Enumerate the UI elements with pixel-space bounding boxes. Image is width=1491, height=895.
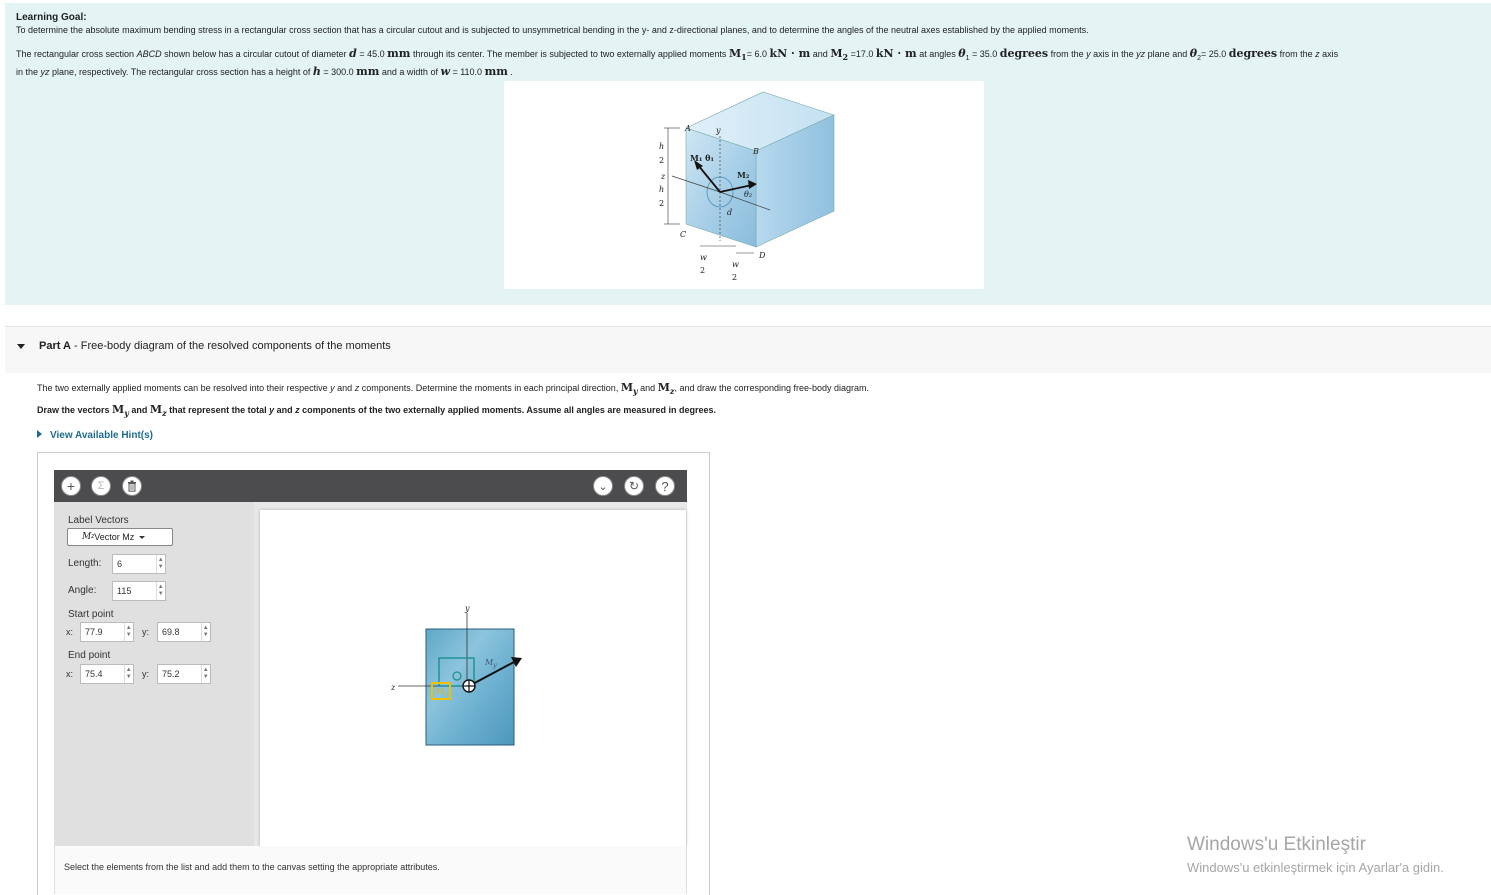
start-point-label: Start point <box>68 609 114 620</box>
end-y-stepper[interactable]: ▲▼ <box>157 664 211 684</box>
reset-icon[interactable]: ↻ <box>624 476 644 496</box>
view-hints-link[interactable]: View Available Hint(s) <box>37 430 153 441</box>
fig-label-y: y <box>715 126 721 135</box>
problem-figure: A y B C D d z h 2 h 2 w 2 w 2 M₁ θ₁ M₂ θ… <box>504 81 984 289</box>
fig-label-theta2: θ₂ <box>744 190 752 199</box>
end-y-input[interactable] <box>158 665 201 683</box>
fig-label-b: B <box>752 147 759 156</box>
drawing-toolbar: + Σ ⌄ ↻ ? <box>54 470 687 502</box>
help-icon[interactable]: ? <box>655 476 675 496</box>
fig-label-m1: M₁ θ₁ <box>690 153 714 163</box>
start-y-input[interactable] <box>158 623 201 641</box>
beam-diagram: A y B C D d z h 2 h 2 w 2 w 2 M₁ θ₁ M₂ θ… <box>659 91 835 282</box>
length-label: Length: <box>68 558 102 569</box>
add-icon[interactable]: + <box>61 476 81 496</box>
canvas-area: y z My Mz <box>254 502 687 846</box>
canvas-z-label: z <box>390 683 396 692</box>
end-x-input[interactable] <box>81 665 124 683</box>
fig-label-m2: M₂ <box>737 170 750 180</box>
part-a-intro: The two externally applied moments can b… <box>37 381 870 396</box>
fig-label-d: D <box>758 251 766 260</box>
angle-label: Angle: <box>68 585 97 596</box>
expand-triangle-icon <box>37 430 42 438</box>
activation-watermark-title: Windows'u Etkinleştir <box>1187 834 1366 855</box>
svg-text:2: 2 <box>732 273 737 282</box>
fig-label-c: C <box>680 230 686 239</box>
label-vectors-heading: Label Vectors <box>68 515 129 526</box>
activation-watermark-text: Windows'u etkinleştirmek için Ayarlar'a … <box>1187 860 1444 875</box>
sigma-icon[interactable]: Σ <box>91 476 111 496</box>
part-a-header[interactable]: Part A - Free-body diagram of the resolv… <box>5 327 1491 373</box>
stepper-arrows-icon[interactable]: ▲ ▼ <box>123 665 133 683</box>
problem-statement: The rectangular cross section ABCD shown… <box>16 47 1339 78</box>
part-a-instruction: Draw the vectors My and Mz that represen… <box>37 403 716 418</box>
fig-label-z: z <box>660 172 666 181</box>
svg-text:h: h <box>659 185 664 194</box>
part-a-title: Part A - Free-body diagram of the resolv… <box>39 340 391 352</box>
start-x-stepper[interactable]: ▲▼ <box>80 622 134 642</box>
svg-text:2: 2 <box>659 156 664 165</box>
chevron-down-icon <box>139 535 146 539</box>
svg-text:2: 2 <box>659 199 664 208</box>
learning-goal-title: Learning Goal: <box>16 12 87 23</box>
canvas-y-label: y <box>464 604 470 613</box>
stepper-arrows-icon[interactable]: ▲ ▼ <box>200 623 210 641</box>
svg-text:w: w <box>732 260 739 269</box>
tool-footer: Select the elements from the list and ad… <box>54 846 687 894</box>
length-stepper[interactable]: ▲▼ <box>112 554 166 574</box>
learning-goal-text: To determine the absolute maximum bendin… <box>16 25 1089 35</box>
svg-text:h: h <box>659 142 664 151</box>
start-x-input[interactable] <box>81 623 124 641</box>
chevron-down-icon[interactable]: ⌄ <box>593 476 613 496</box>
stepper-arrows-icon[interactable]: ▲ ▼ <box>200 665 210 683</box>
end-x-stepper[interactable]: ▲▼ <box>80 664 134 684</box>
fig-label-a: A <box>684 124 691 133</box>
fig-label-d-small: d <box>727 208 732 217</box>
end-point-label: End point <box>68 650 111 661</box>
start-y-stepper[interactable]: ▲▼ <box>157 622 211 642</box>
angle-input[interactable] <box>113 582 156 600</box>
length-input[interactable] <box>113 555 156 573</box>
trash-icon[interactable] <box>122 476 142 496</box>
svg-text:w: w <box>700 253 707 262</box>
svg-text:2: 2 <box>700 266 705 275</box>
drawing-canvas[interactable]: y z My Mz <box>260 510 686 846</box>
angle-stepper[interactable]: ▲▼ <box>112 581 166 601</box>
stepper-arrows-icon[interactable]: ▲ ▼ <box>155 582 165 600</box>
label-vector-dropdown[interactable]: Mz Vector Mz <box>67 528 173 546</box>
footer-instruction: Select the elements from the list and ad… <box>64 862 440 872</box>
stepper-arrows-icon[interactable]: ▲ ▼ <box>123 623 133 641</box>
collapse-caret-icon[interactable] <box>17 344 25 349</box>
fbd-drawing[interactable]: y z My Mz <box>260 510 686 846</box>
stepper-arrows-icon[interactable]: ▲ ▼ <box>155 555 165 573</box>
